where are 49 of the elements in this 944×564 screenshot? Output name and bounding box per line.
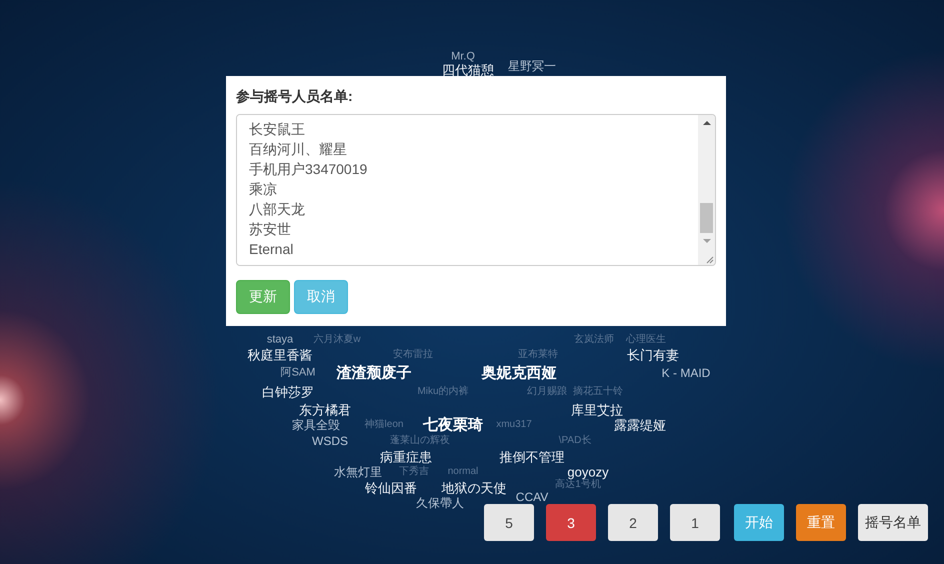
- cloud-word: 四代猫憩: [442, 64, 494, 76]
- scrollbar-thumb[interactable]: [700, 203, 713, 233]
- cloud-word: 下秀吉: [399, 467, 429, 477]
- cloud-word: \PAD长: [558, 436, 592, 446]
- cloud-word: 东方橘君: [299, 404, 351, 416]
- cloud-word: Miku的内裤: [417, 387, 469, 397]
- cloud-word: Mr.Q: [451, 52, 475, 62]
- cloud-word: 家具全毁: [292, 419, 340, 431]
- cloud-word: 高达1号机: [555, 480, 601, 490]
- resize-grip-icon[interactable]: [705, 255, 714, 264]
- cloud-word: 星野冥一: [508, 60, 556, 72]
- count-button[interactable]: 3: [546, 504, 596, 541]
- cloud-word: 奥妮克西娅: [482, 366, 556, 380]
- cloud-word: 亚布莱特: [518, 350, 558, 360]
- cloud-word: 铃仙因番: [365, 482, 417, 494]
- cloud-word: 秋庭里香酱: [248, 348, 312, 362]
- count-button[interactable]: 1: [670, 504, 720, 541]
- cloud-word: 水無灯里: [334, 466, 382, 478]
- cloud-word: 玄岚法师: [574, 335, 614, 345]
- cloud-word: 推倒不管理: [500, 450, 564, 464]
- cloud-word: 摘花五十铃: [573, 387, 623, 397]
- cloud-word: normal: [448, 467, 478, 477]
- cloud-word: 白钟莎罗: [262, 386, 314, 398]
- cloud-word: 病重症患: [380, 450, 432, 464]
- cloud-word: 露露缇娅: [614, 418, 666, 432]
- scrollbar[interactable]: [698, 115, 715, 265]
- cloud-word: 久保帶人: [416, 497, 464, 509]
- list-button[interactable]: 摇号名单: [858, 504, 928, 541]
- count-button[interactable]: 5: [484, 504, 534, 541]
- cloud-word: 幻月赐踉: [527, 387, 567, 397]
- cloud-word: 长门有妻: [627, 348, 679, 362]
- cloud-word: 心理医生: [626, 335, 666, 345]
- cloud-word: WSDS: [312, 435, 348, 447]
- cloud-word: 库里艾拉: [571, 404, 623, 416]
- cloud-word: CCAV: [516, 491, 548, 503]
- dialog-title: 参与摇号人员名单:: [236, 88, 354, 106]
- cloud-word: 地狱の天使: [442, 482, 506, 494]
- cloud-word: 七夜栗琦: [423, 418, 483, 432]
- cloud-word: 安布雷拉: [393, 350, 433, 360]
- cloud-word: staya: [266, 334, 294, 346]
- cloud-word: 六月沐夏w: [313, 335, 361, 345]
- cloud-word: xmu317: [496, 420, 532, 430]
- cloud-word: 阿SAM: [280, 368, 316, 378]
- cloud-word: 渣渣颓废子: [336, 366, 412, 380]
- cloud-word: 蓬莱山の辉夜: [390, 436, 450, 446]
- cloud-word: goyozy: [567, 466, 609, 478]
- cloud-word: K - MAID: [662, 367, 710, 379]
- count-button[interactable]: 2: [608, 504, 658, 541]
- cloud-word: 神猫leon: [364, 420, 404, 430]
